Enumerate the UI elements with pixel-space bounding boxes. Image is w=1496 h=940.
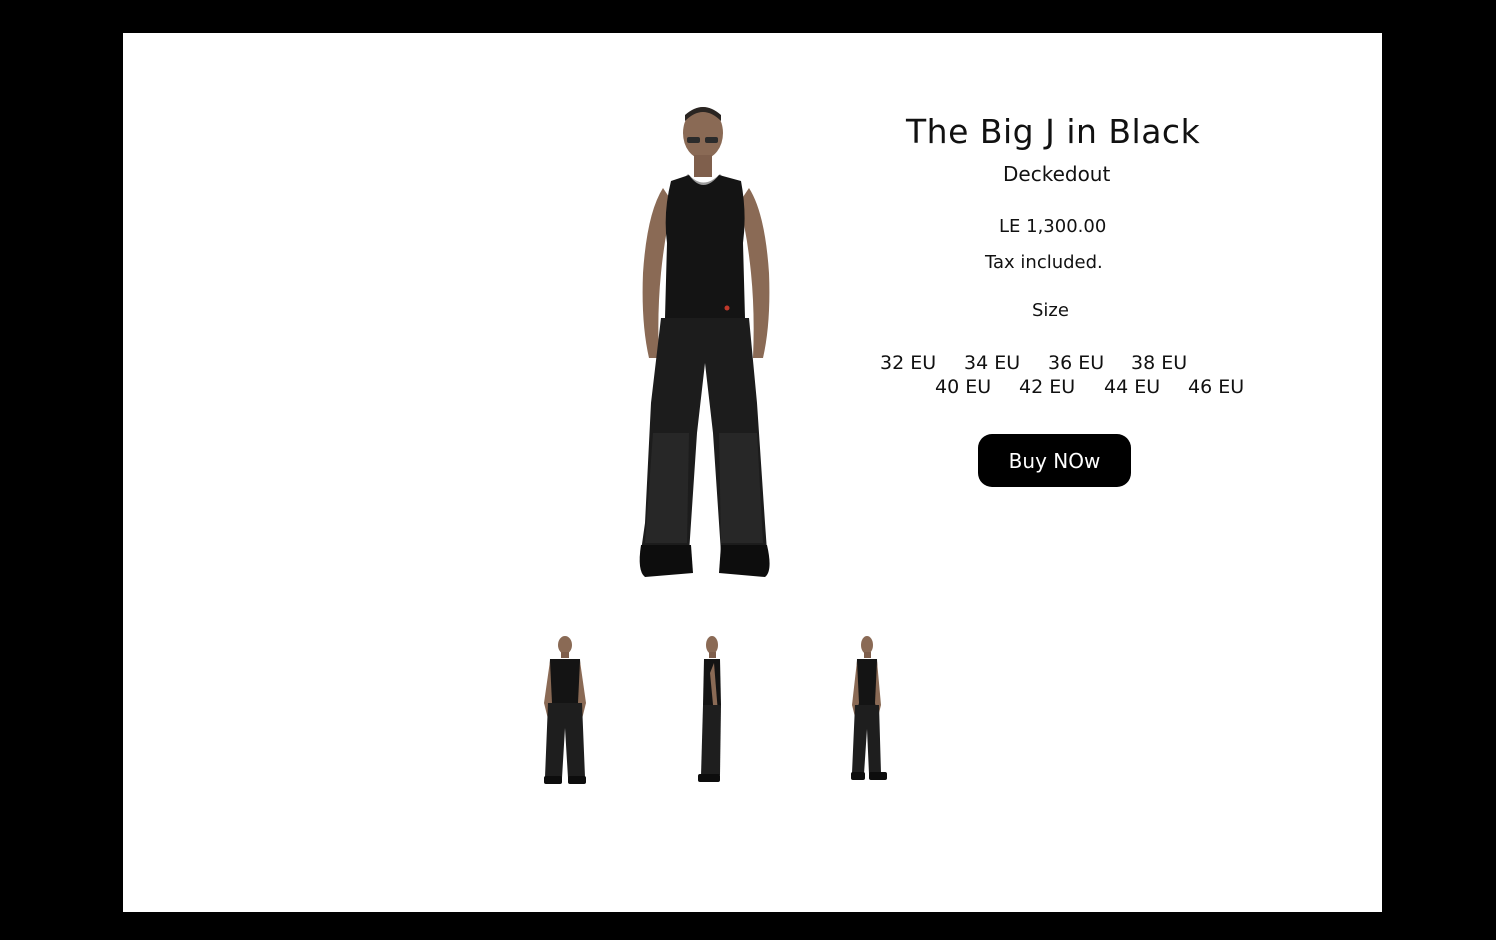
size-option-34[interactable]: 34 EU — [964, 352, 1020, 374]
size-option-42[interactable]: 42 EU — [1019, 376, 1075, 398]
main-product-image[interactable] — [601, 103, 811, 581]
size-option-40[interactable]: 40 EU — [935, 376, 991, 398]
thumbnail-three-quarter-view[interactable] — [833, 633, 903, 789]
size-option-32[interactable]: 32 EU — [880, 352, 936, 374]
thumbnail-side-view[interactable] — [676, 633, 746, 789]
tax-note: Tax included. — [985, 252, 1103, 273]
product-price: LE 1,300.00 — [999, 216, 1107, 237]
size-option-36[interactable]: 36 EU — [1048, 352, 1104, 374]
size-option-46[interactable]: 46 EU — [1188, 376, 1244, 398]
product-vendor: Deckedout — [1003, 162, 1111, 186]
buy-now-button[interactable]: Buy NOw — [978, 434, 1131, 487]
size-label: Size — [1032, 300, 1069, 321]
product-page-panel — [123, 33, 1382, 912]
product-title: The Big J in Black — [906, 112, 1201, 151]
size-option-44[interactable]: 44 EU — [1104, 376, 1160, 398]
thumbnail-front-view[interactable] — [530, 633, 600, 789]
size-option-38[interactable]: 38 EU — [1131, 352, 1187, 374]
